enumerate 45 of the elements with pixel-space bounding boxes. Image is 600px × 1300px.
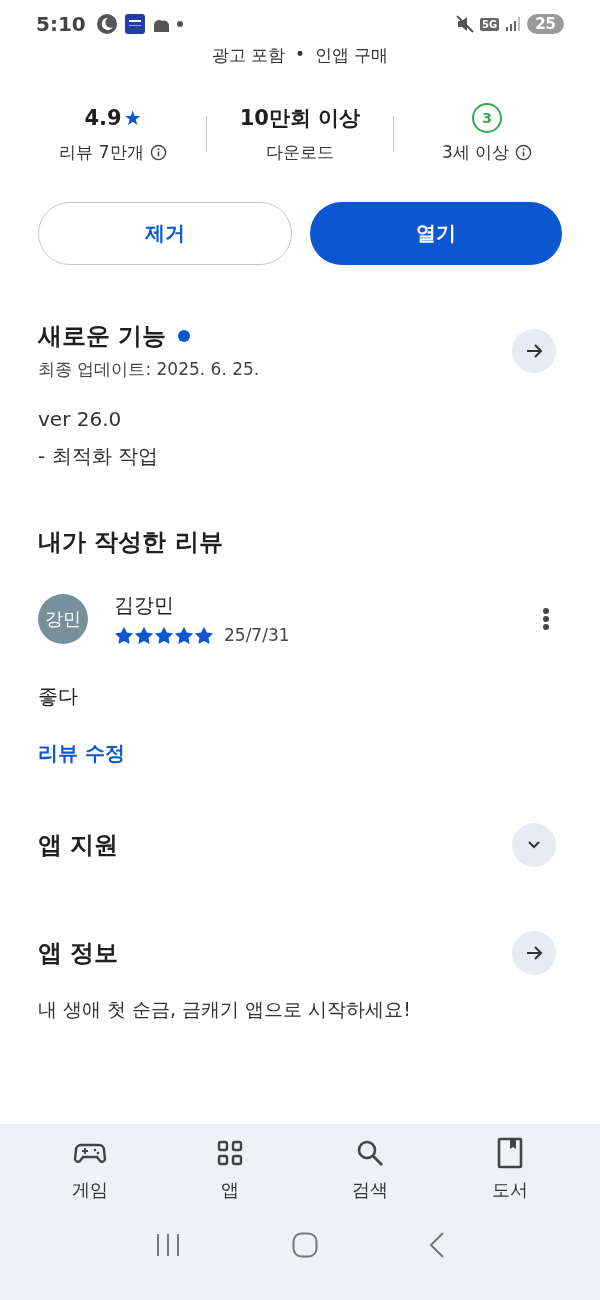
edit-review-link[interactable]: 리뷰 수정 [38, 740, 125, 767]
release-note: ver 26.0 [38, 407, 123, 431]
section-title: 앱 지원 [38, 830, 119, 861]
release-note: - 최적화 작업 [38, 443, 159, 470]
back-icon[interactable] [428, 1232, 445, 1258]
arrow-button[interactable] [512, 328, 556, 373]
ads-label: 광고 포함 [211, 44, 285, 67]
review-text: 좋다 [37, 683, 79, 710]
avatar: 강민 [38, 593, 88, 644]
moon-icon [95, 13, 118, 35]
dot-icon [175, 20, 184, 28]
nav-tab[interactable]: 앱 [185, 1136, 275, 1202]
stat-label: 3세 이상 [441, 141, 510, 164]
network-label: 5G [479, 17, 500, 31]
info-icon[interactable] [515, 144, 533, 161]
app-icon [123, 13, 146, 35]
status-time: 5:10 [36, 12, 86, 36]
more-icon[interactable] [542, 606, 550, 631]
recent-apps-icon[interactable] [155, 1233, 182, 1257]
nav-tab[interactable]: 게임 [45, 1136, 135, 1202]
separator-dot: • [295, 44, 305, 66]
open-button[interactable]: 열기 [310, 202, 562, 265]
rating-value: 4.9 [84, 106, 122, 130]
uninstall-button[interactable]: 제거 [38, 202, 292, 265]
update-date: 최종 업데이트: 2025. 6. 25. [38, 358, 260, 381]
nav-tab[interactable]: 도서 [465, 1136, 555, 1202]
section-title: 내가 작성한 리뷰 [37, 527, 224, 558]
section-title: 앱 정보 [38, 938, 119, 969]
arrow-button[interactable] [512, 931, 556, 975]
mute-icon [455, 15, 474, 33]
battery-indicator: 25 [527, 14, 564, 34]
rating-symbol: ★ [123, 106, 142, 130]
review-date: 25/7/31 [224, 625, 290, 645]
stat-value: 10만회 이상 [239, 105, 361, 132]
info-icon[interactable] [149, 144, 167, 161]
section-title: 새로운 기능 [38, 321, 167, 352]
nav-tab[interactable]: 검색 [325, 1136, 415, 1202]
stat-label: 다운로드 [266, 141, 334, 164]
home-icon[interactable] [292, 1232, 318, 1258]
signal-icon [505, 16, 522, 32]
stat-label: 리뷰 7만개 [59, 141, 144, 164]
in-app-label: 인앱 구매 [315, 44, 389, 67]
reviewer-name: 김강민 [114, 592, 175, 619]
age-badge: 3 [472, 103, 502, 133]
app-description: 내 생애 첫 순금, 금캐기 앱으로 시작하세요! [37, 997, 412, 1022]
